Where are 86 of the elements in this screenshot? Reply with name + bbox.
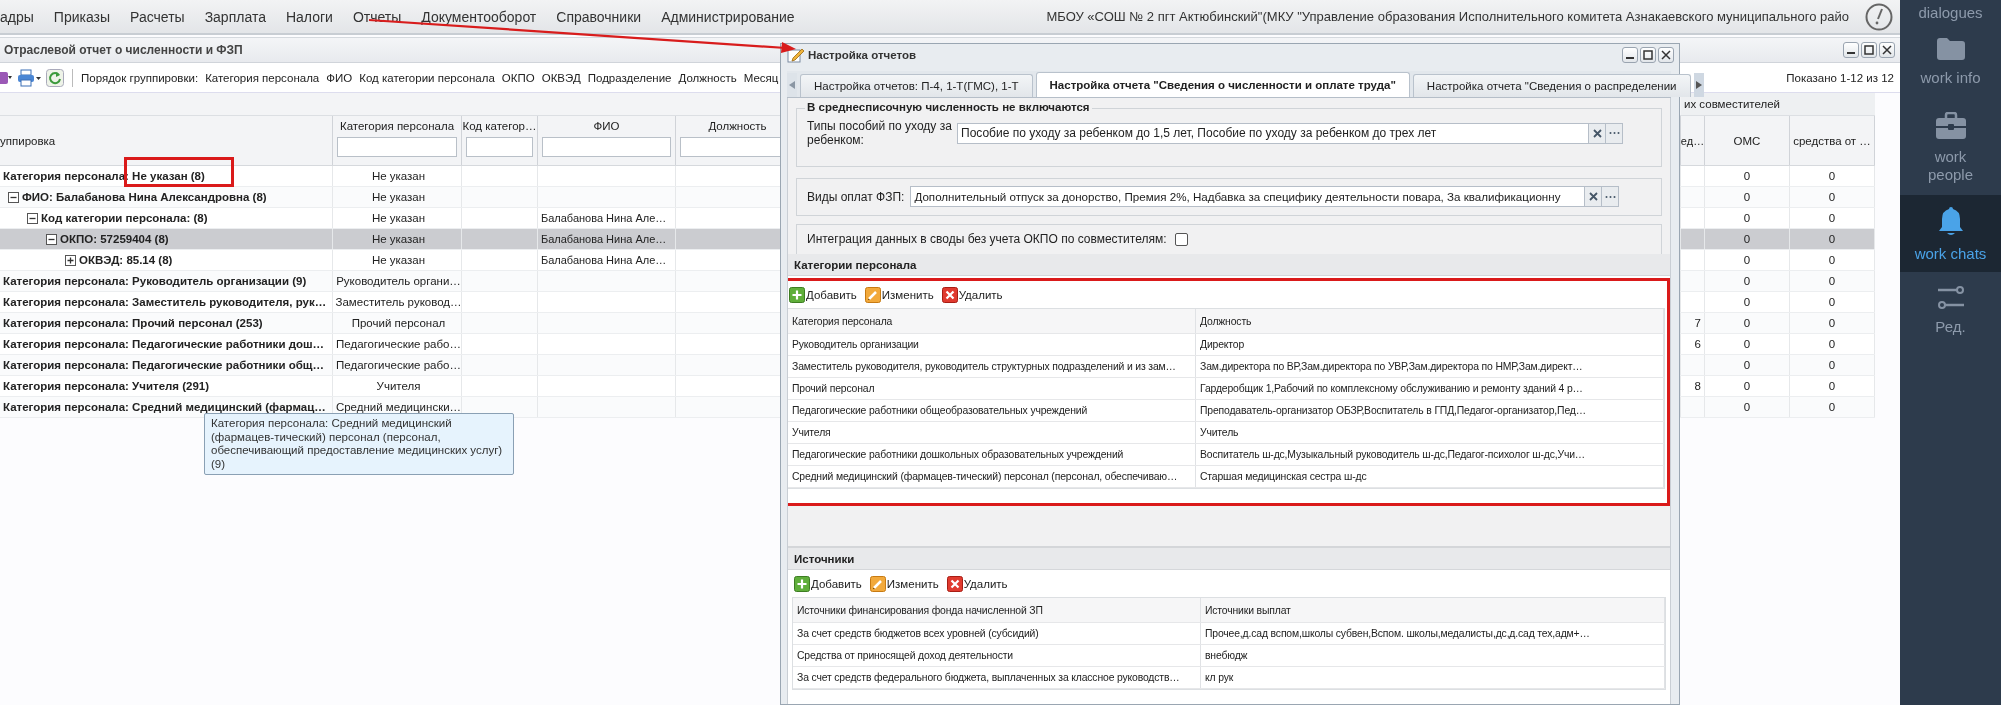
table-cell: Не указан <box>371 212 426 224</box>
window-title: Отраслевой отчет о численности и ФЗП <box>4 43 243 57</box>
table-cell: 0 <box>1828 191 1836 203</box>
organization-name: МБОУ «СОШ № 2 пгт Актюбинский"(МКУ "Управление образования Исполнительного комитета Азнакаевского муниципального райо <box>1046 9 1849 24</box>
table-cell: 0 <box>1743 380 1751 392</box>
table-cell: За счет средств федерального бюджета, выплаченных за классное руководств… <box>793 667 1201 688</box>
table-cell: 0 <box>1743 254 1751 266</box>
group-label: Категория персонала: Заместитель руководителя, рук… <box>3 296 327 308</box>
table-cell: 0 <box>1743 212 1751 224</box>
table-cell: Средний медицинский (фармацев-тический) персонал (персонал, обеспечиваю… <box>788 466 1196 487</box>
table-cell: Гардеробщик 1,Рабочий по комплексному обслуживанию и ремонту зданий 4 р… <box>1196 378 1664 399</box>
table-cell: Прочий персонал <box>351 317 446 329</box>
table-cell: 7 <box>1694 317 1701 329</box>
column-group-header: их совместителей <box>1681 93 1875 115</box>
table-cell: Зам.директора по ВР,Зам.директора по УВР,Зам.директора по НМР,Зам.директ… <box>1196 356 1664 377</box>
checkbox-label: Интеграция данных в своды без учета ОКПО по совместителям: <box>807 232 1167 247</box>
panel-title: Источники <box>794 552 855 565</box>
table-cell: Преподаватель-организатор ОБЗР,Воспитатель в ГПД,Педагог-организатор,Пед… <box>1196 400 1664 421</box>
table-cell: 0 <box>1828 359 1836 371</box>
table-cell: 0 <box>1828 233 1836 245</box>
table-cell: 0 <box>1828 296 1836 308</box>
group-label: ОКВЭД: 85.14 (8) <box>79 254 173 266</box>
tooltip: Категория персонала: Средний медицинский (фармацев-тический) персонал (персонал, обеспечивающий предоставление медицинских услуг) (9) <box>204 413 514 475</box>
table-cell: 0 <box>1743 338 1751 350</box>
table-cell: 0 <box>1828 212 1836 224</box>
field-label: Виды оплат ФЗП: <box>807 189 905 204</box>
group-label: ОКПО: 57259404 (8) <box>60 233 169 245</box>
field-label: Типы пособий по уходу за ребенком: <box>807 119 953 147</box>
table-cell: Педагогические рабо… <box>336 338 461 350</box>
dialog-title: Настройка отчетов <box>808 49 917 61</box>
table-cell: Не указан <box>371 254 426 266</box>
table-cell: Педагогические работники общеобразовательных учреждений <box>788 400 1196 421</box>
group-label: ФИО: Балабанова Нина Александровна (8) <box>22 191 267 203</box>
table-cell: 0 <box>1743 296 1751 308</box>
group-label: Категория персонала: Средний медицинский (фармац… <box>3 401 326 413</box>
table-cell: Не указан <box>371 191 426 203</box>
table-cell: кл рук <box>1201 667 1665 688</box>
table-cell: Прочее,д.сад вспом,школы субвен,Вспом. школы,медалисты,дс,д.сад тех,адм+… <box>1201 623 1665 644</box>
table-cell: 0 <box>1743 317 1751 329</box>
table-cell: 0 <box>1828 338 1836 350</box>
fieldset-legend: В среднесписочную численность не включаются <box>805 101 1092 113</box>
table-cell: 0 <box>1828 170 1836 182</box>
table-cell: 0 <box>1743 170 1751 182</box>
table-cell: Старшая медицинская сестра ш-дс <box>1196 466 1664 487</box>
table-cell: Средний медицински… <box>335 401 461 413</box>
table-cell: Учителя <box>788 422 1196 443</box>
group-label: Категория персонала: Учителя (291) <box>3 380 210 392</box>
table-cell: 0 <box>1743 233 1751 245</box>
table-cell: Учитель <box>1196 422 1664 443</box>
table-cell: Прочий персонал <box>788 378 1196 399</box>
group-label: Категория персонала: Прочий персонал (253) <box>3 317 263 329</box>
table-cell: Руководитель органи… <box>336 275 461 287</box>
table-cell: Заместитель руководителя, руководитель структурных подразделений и из зам… <box>788 356 1196 377</box>
table-cell: 0 <box>1743 359 1751 371</box>
table-cell: внебюдж <box>1201 645 1665 666</box>
table-cell: 0 <box>1828 275 1836 287</box>
table-cell: 0 <box>1828 317 1836 329</box>
table-cell: 0 <box>1828 380 1836 392</box>
table-cell: 0 <box>1828 401 1836 413</box>
table-cell: 0 <box>1743 191 1751 203</box>
table-cell: Не указан <box>371 170 426 182</box>
grouping-label: Порядок группировки: <box>81 71 199 84</box>
table-cell: Средства от приносящей доход деятельности <box>793 645 1201 666</box>
table-cell: 0 <box>1743 401 1751 413</box>
table-cell: Руководитель организации <box>788 334 1196 355</box>
table-cell: Педагогические рабо… <box>336 359 461 371</box>
table-cell: Директор <box>1196 334 1664 355</box>
table-cell: За счет средств бюджетов всех уровней (субсидий) <box>793 623 1201 644</box>
paging-info: Показано 1-12 из 12 <box>1786 71 1894 84</box>
table-cell: Педагогические работники дошкольных образовательных учреждений <box>788 444 1196 465</box>
table-cell: Воспитатель ш-дс,Музыкальный руководитель ш-дс,Педагог-психолог ш-дс,Учи… <box>1196 444 1664 465</box>
table-cell: Заместитель руковод… <box>335 296 461 308</box>
group-label: Категория персонала: Руководитель организации (9) <box>3 275 307 287</box>
table-cell: Не указан <box>371 233 426 245</box>
table-cell: 8 <box>1694 380 1701 392</box>
table-cell: Балабанова Нина Але… <box>541 212 667 224</box>
panel-title: Категории персонала <box>794 258 917 271</box>
table-cell: 6 <box>1694 338 1701 350</box>
group-label: Категория персонала: Педагогические работники дош… <box>3 338 325 350</box>
table-cell: Балабанова Нина Але… <box>541 254 667 266</box>
table-cell: 0 <box>1828 254 1836 266</box>
table-cell: 0 <box>1743 275 1751 287</box>
table-cell: Балабанова Нина Але… <box>541 233 667 245</box>
table-cell: Учителя <box>376 380 421 392</box>
group-label: Код категории персонала: (8) <box>41 212 208 224</box>
group-label: Категория персонала: Педагогические работники общ… <box>3 359 324 371</box>
